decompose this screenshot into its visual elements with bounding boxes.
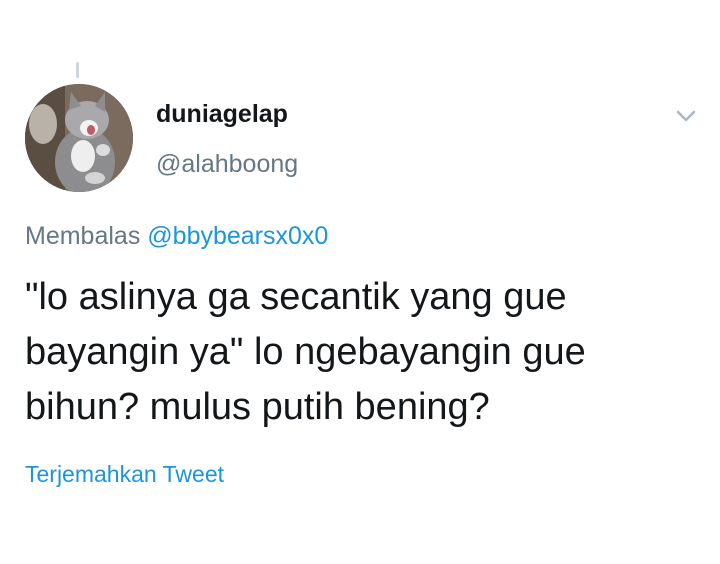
display-name[interactable]: duniagelap: [156, 100, 288, 129]
reply-context: Membalas @bbybearsx0x0: [25, 222, 328, 251]
tweet-text-line: bayangin ya" lo ngebayangin gue: [25, 331, 586, 373]
tweet-text-line: "lo aslinya ga secantik yang gue: [25, 276, 567, 318]
user-handle[interactable]: @alahboong: [156, 150, 298, 179]
reply-mention-link[interactable]: @bbybearsx0x0: [147, 222, 328, 250]
thread-connector-line: [76, 62, 79, 78]
chevron-down-icon[interactable]: [672, 102, 700, 130]
avatar[interactable]: [25, 84, 133, 192]
reply-prefix: Membalas: [25, 222, 141, 250]
tweet-text: "lo aslinya ga secantik yang gue bayangi…: [25, 270, 695, 435]
cat-avatar-image: [25, 84, 133, 192]
translate-tweet-link[interactable]: Terjemahkan Tweet: [25, 461, 224, 488]
tweet-text-line: bihun? mulus putih bening?: [25, 386, 490, 428]
